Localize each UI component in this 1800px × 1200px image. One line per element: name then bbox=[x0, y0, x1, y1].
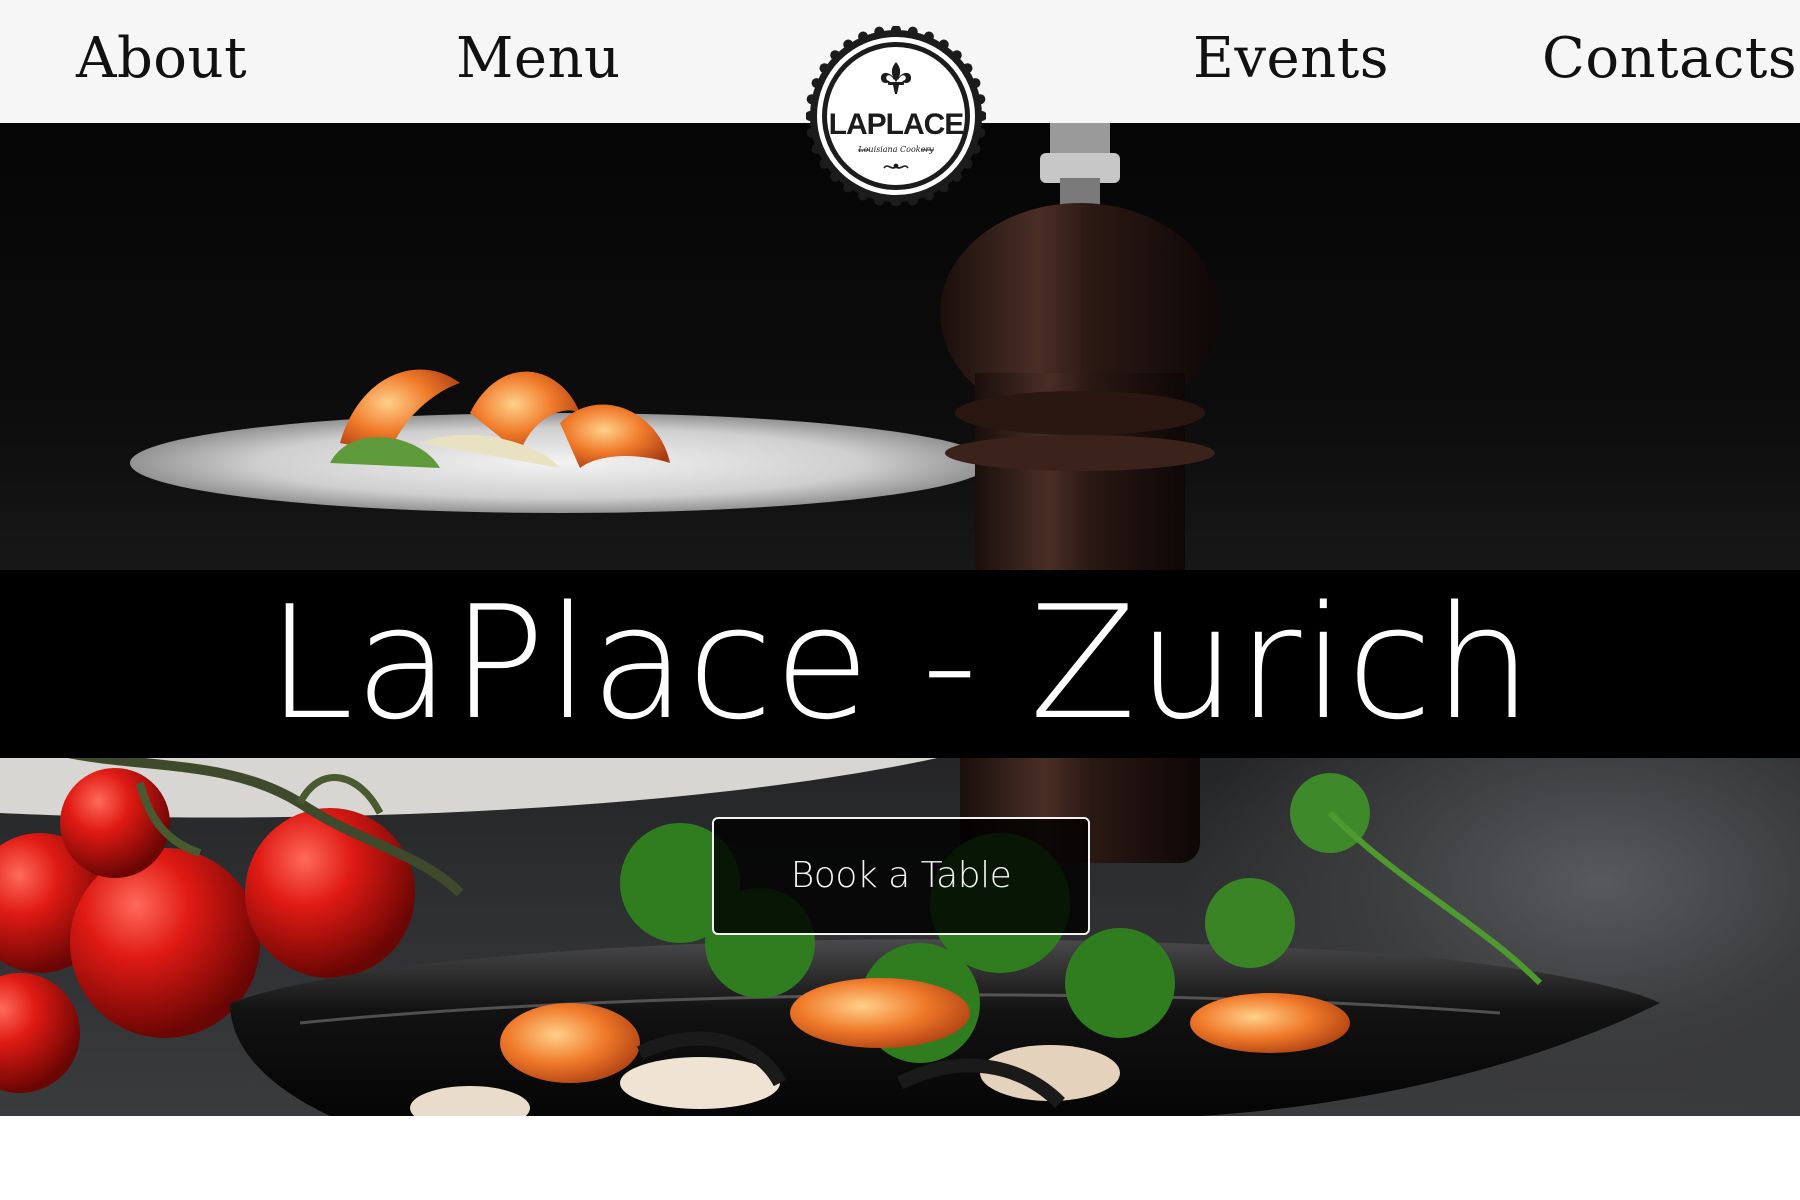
logo-scallop bbox=[938, 39, 949, 50]
logo-badge: LAPLACE Louisiana Cookery bbox=[806, 26, 986, 206]
logo-scallop bbox=[962, 63, 973, 74]
logo-scallop bbox=[907, 26, 918, 37]
logo-scallop bbox=[970, 143, 981, 154]
logo-scallop bbox=[819, 63, 830, 74]
logo-scallop bbox=[923, 190, 934, 201]
logo-scallop bbox=[830, 50, 841, 61]
logo-scallop bbox=[874, 195, 885, 206]
logo-scallop bbox=[858, 31, 869, 42]
logo-scallop bbox=[975, 127, 986, 138]
logo-scallop bbox=[843, 182, 854, 193]
logo-scallop bbox=[923, 31, 934, 42]
hero-title-band: LaPlace - Zurich bbox=[0, 570, 1800, 758]
logo-scallop bbox=[975, 94, 986, 105]
logo-scallop bbox=[806, 94, 817, 105]
logo-scallop bbox=[858, 190, 869, 201]
book-a-table-button[interactable]: Book a Table bbox=[712, 817, 1090, 935]
logo-scallop bbox=[811, 143, 822, 154]
logo-scallop bbox=[819, 158, 830, 169]
logo-scallop bbox=[907, 195, 918, 206]
logo-scallop bbox=[970, 78, 981, 89]
logo-scallop bbox=[811, 78, 822, 89]
logo-scallop bbox=[806, 127, 817, 138]
page: About Menu Events Contacts LAPLACE Louis… bbox=[0, 0, 1800, 1200]
nav-link-contacts[interactable]: Contacts bbox=[1542, 20, 1797, 98]
logo-scallop bbox=[951, 171, 962, 182]
laplace-logo[interactable]: LAPLACE Louisiana Cookery bbox=[806, 26, 986, 206]
logo-scallop bbox=[951, 50, 962, 61]
nav-link-events[interactable]: Events bbox=[1193, 20, 1389, 98]
logo-scallop bbox=[874, 26, 885, 37]
below-fold-area bbox=[0, 1116, 1800, 1200]
logo-scallop bbox=[938, 182, 949, 193]
hero-section: LaPlace - Zurich Book a Table bbox=[0, 123, 1800, 1116]
logo-name: LAPLACE bbox=[829, 108, 964, 141]
nav-link-menu[interactable]: Menu bbox=[456, 20, 621, 98]
hero-title: LaPlace - Zurich bbox=[266, 572, 1534, 754]
logo-scallop bbox=[962, 158, 973, 169]
nav-link-about[interactable]: About bbox=[76, 20, 247, 98]
logo-scallop bbox=[830, 171, 841, 182]
logo-scallop bbox=[843, 39, 854, 50]
